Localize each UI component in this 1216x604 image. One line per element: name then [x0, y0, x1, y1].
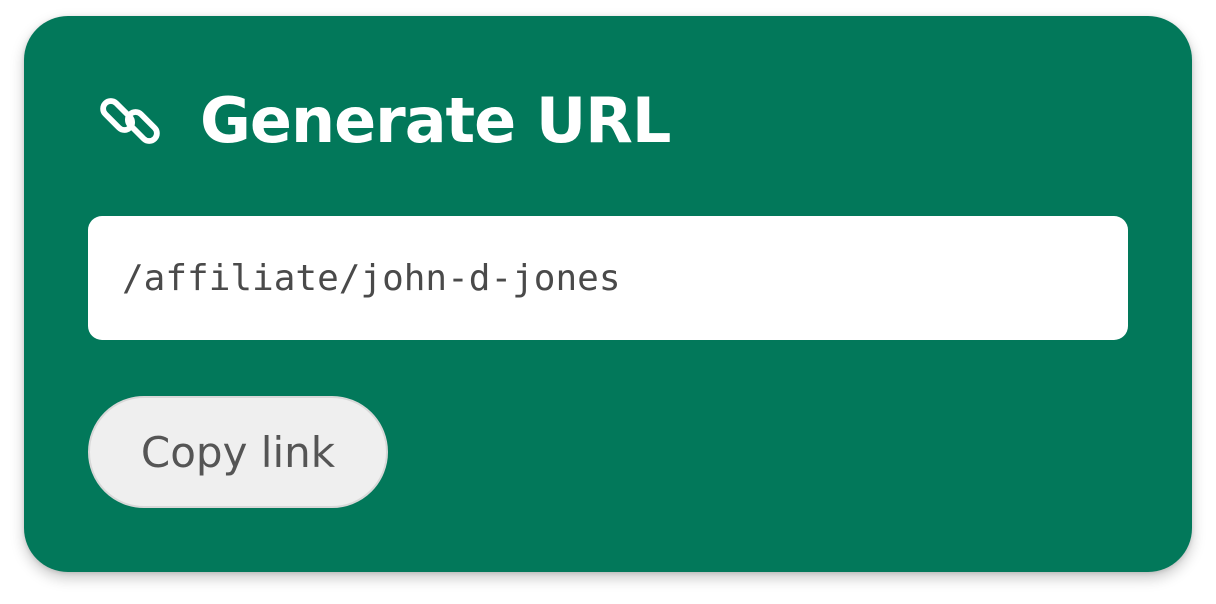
copy-link-button[interactable]: Copy link [88, 396, 388, 508]
copy-link-label: Copy link [140, 427, 336, 477]
page-title: Generate URL [200, 84, 671, 157]
card-header: Generate URL [96, 84, 671, 157]
url-value[interactable]: /affiliate/john-d-jones [122, 258, 621, 299]
generate-url-card: Generate URL /affiliate/john-d-jones Cop… [24, 16, 1192, 572]
url-field[interactable]: /affiliate/john-d-jones [88, 216, 1128, 340]
link-icon [96, 87, 164, 155]
